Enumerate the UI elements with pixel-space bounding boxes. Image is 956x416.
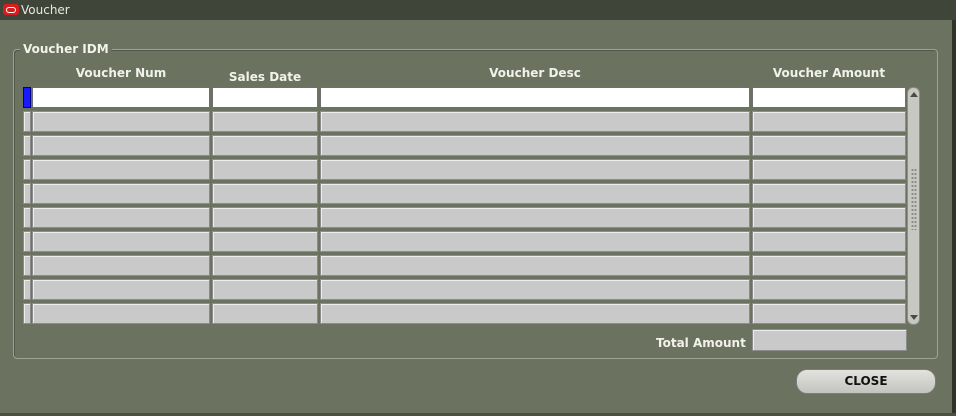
sales-date-field[interactable] (212, 159, 318, 180)
sales-date-field[interactable] (212, 279, 318, 300)
voucher-num-field[interactable] (32, 87, 210, 108)
vertical-scrollbar[interactable] (907, 87, 920, 325)
record-indicator[interactable] (23, 159, 31, 180)
scroll-down-icon[interactable] (910, 315, 918, 320)
sales-date-field[interactable] (212, 303, 318, 324)
close-button[interactable]: CLOSE (796, 369, 936, 394)
sales-date-field[interactable] (212, 255, 318, 276)
record-indicator[interactable] (23, 87, 31, 108)
voucher-num-field[interactable] (32, 231, 210, 252)
column-header-voucher-desc: Voucher Desc (489, 66, 581, 80)
record-indicator[interactable] (23, 279, 31, 300)
voucher-num-field[interactable] (32, 183, 210, 204)
record-indicator[interactable] (23, 183, 31, 204)
group-label: Voucher IDM (20, 42, 112, 56)
voucher-num-field[interactable] (32, 279, 210, 300)
voucher-desc-field[interactable] (320, 183, 750, 204)
voucher-desc-field[interactable] (320, 159, 750, 180)
record-indicator[interactable] (23, 111, 31, 132)
voucher-desc-field[interactable] (320, 207, 750, 228)
record-indicator[interactable] (23, 207, 31, 228)
record-indicator[interactable] (23, 135, 31, 156)
voucher-desc-field[interactable] (320, 111, 750, 132)
voucher-amount-field[interactable] (752, 87, 906, 108)
oracle-logo-icon (3, 4, 19, 15)
sales-date-field[interactable] (212, 183, 318, 204)
voucher-amount-field[interactable] (752, 183, 906, 204)
scroll-grip-icon[interactable] (911, 168, 917, 230)
voucher-num-field[interactable] (32, 135, 210, 156)
sales-date-field[interactable] (212, 231, 318, 252)
window-titlebar[interactable]: Voucher (0, 0, 956, 20)
voucher-num-field[interactable] (32, 159, 210, 180)
voucher-amount-field[interactable] (752, 159, 906, 180)
voucher-amount-field[interactable] (752, 231, 906, 252)
record-indicator[interactable] (23, 255, 31, 276)
column-header-voucher-num: Voucher Num (75, 66, 167, 80)
record-indicator[interactable] (23, 231, 31, 252)
voucher-num-field[interactable] (32, 207, 210, 228)
voucher-num-field[interactable] (32, 111, 210, 132)
voucher-amount-field[interactable] (752, 279, 906, 300)
voucher-amount-field[interactable] (752, 303, 906, 324)
window-title: Voucher (21, 3, 70, 17)
total-amount-label: Total Amount (656, 336, 746, 350)
voucher-desc-field[interactable] (320, 303, 750, 324)
voucher-desc-field[interactable] (320, 255, 750, 276)
column-header-sales-date: Sales Date (228, 70, 302, 84)
voucher-num-field[interactable] (32, 303, 210, 324)
voucher-desc-field[interactable] (320, 231, 750, 252)
voucher-num-field[interactable] (32, 255, 210, 276)
sales-date-field[interactable] (212, 207, 318, 228)
scroll-up-icon[interactable] (910, 92, 918, 97)
voucher-amount-field[interactable] (752, 255, 906, 276)
sales-date-field[interactable] (212, 135, 318, 156)
window-border (952, 20, 956, 416)
voucher-amount-field[interactable] (752, 135, 906, 156)
voucher-desc-field[interactable] (320, 279, 750, 300)
sales-date-field[interactable] (212, 87, 318, 108)
column-header-voucher-amount: Voucher Amount (772, 66, 886, 80)
voucher-desc-field[interactable] (320, 135, 750, 156)
total-amount-field (752, 329, 907, 351)
record-indicator[interactable] (23, 303, 31, 324)
voucher-amount-field[interactable] (752, 207, 906, 228)
sales-date-field[interactable] (212, 111, 318, 132)
voucher-amount-field[interactable] (752, 111, 906, 132)
voucher-desc-field[interactable] (320, 87, 750, 108)
